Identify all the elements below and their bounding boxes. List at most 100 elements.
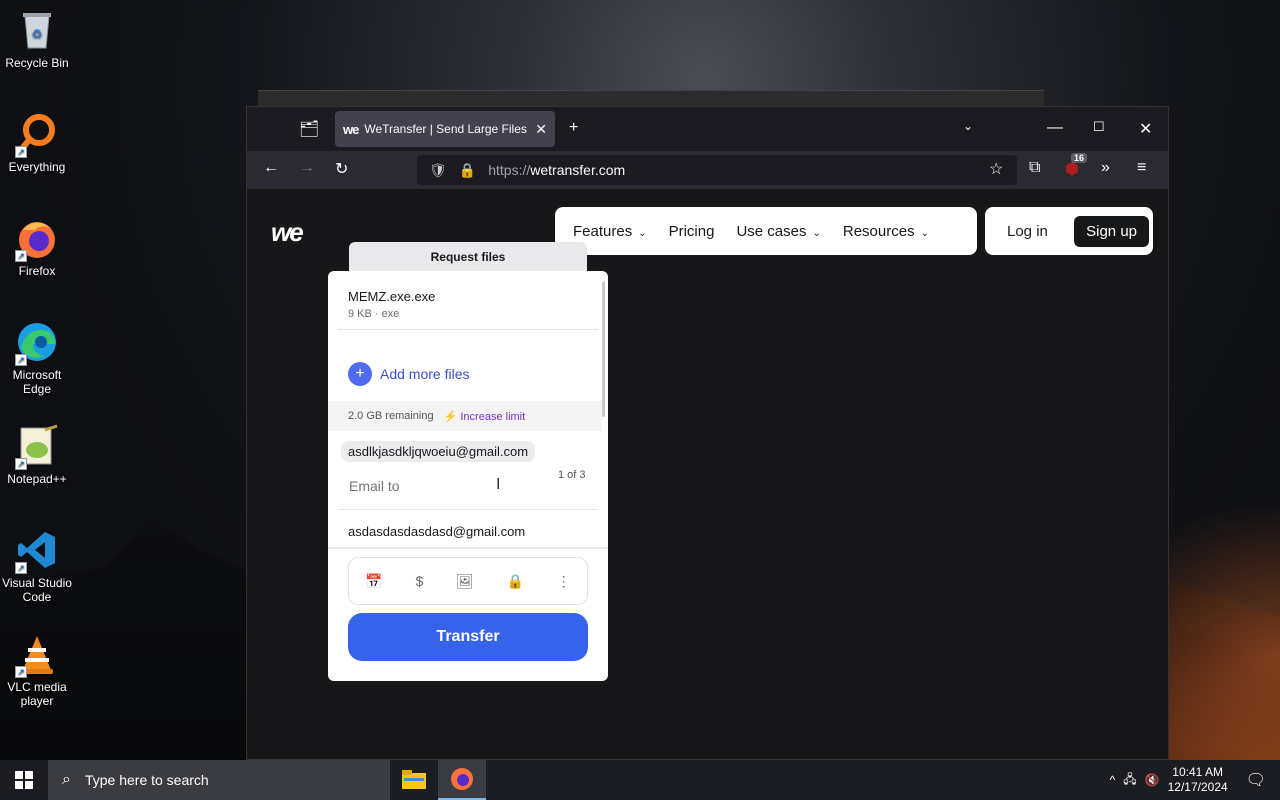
- forward-arrow-icon[interactable]: →: [299, 159, 315, 177]
- maximize-icon[interactable]: ☐: [1093, 119, 1105, 135]
- desktop-icon-firefox[interactable]: ↗ Firefox: [0, 210, 74, 278]
- login-link[interactable]: Log in: [1007, 223, 1048, 240]
- email-to-input[interactable]: [349, 478, 529, 494]
- remaining-text: 2.0 GB remaining: [348, 410, 434, 422]
- file-type: exe: [381, 308, 400, 320]
- vlc-icon: ↗: [15, 632, 59, 678]
- navigation-toolbar: ← → ↻ 🛡 🔒 https://wetransfer.com ☆ ⧉ ⬢ 1…: [247, 151, 1168, 189]
- lock-icon[interactable]: 🔒: [506, 573, 523, 590]
- recipient-email-chip[interactable]: asdlkjasdkljqwoeiu@gmail.com: [341, 441, 536, 462]
- divider: [338, 329, 598, 330]
- divider: [328, 547, 608, 549]
- file-name: MEMZ.exe.exe: [348, 289, 436, 304]
- url-protocol: https://: [488, 162, 531, 178]
- wetransfer-logo[interactable]: we: [271, 217, 304, 248]
- close-window-icon[interactable]: ✕: [1139, 119, 1152, 139]
- taskbar-search-box[interactable]: ⌕ Type here to search: [48, 760, 390, 800]
- webpage: we Features ⌄ Pricing Use cases ⌄ Resource…: [247, 189, 1168, 759]
- volume-muted-icon[interactable]: 🔇: [1145, 773, 1160, 787]
- vscode-icon: ↗: [15, 528, 59, 574]
- desktop-icon-label: Visual Studio Code: [2, 576, 72, 604]
- list-tabs-chevron-icon[interactable]: ⌄: [963, 119, 973, 133]
- windows-taskbar: ⌕ Type here to search ^ 🖧 🔇 10:41 AM 12/…: [0, 760, 1280, 800]
- firefox-icon: ↗: [15, 216, 59, 262]
- edge-icon: ↗: [15, 320, 59, 366]
- minimize-icon[interactable]: —: [1047, 119, 1063, 137]
- wetransfer-favicon: we: [343, 121, 359, 137]
- everything-search-icon: ↗: [15, 112, 59, 158]
- file-explorer-taskbar-icon[interactable]: [390, 760, 438, 800]
- menu-hamburger-icon[interactable]: ≡: [1137, 159, 1146, 177]
- svg-text:♻: ♻: [32, 27, 43, 41]
- plus-icon: +: [348, 362, 372, 386]
- nav-pricing[interactable]: Pricing: [669, 223, 715, 240]
- close-tab-icon[interactable]: ✕: [535, 121, 547, 138]
- back-arrow-icon[interactable]: ←: [263, 159, 279, 177]
- desktop-icon-everything[interactable]: ↗ Everything: [0, 106, 74, 174]
- desktop-icon-label: VLC media player: [7, 680, 67, 708]
- reload-icon[interactable]: ↻: [335, 159, 348, 179]
- your-email-field[interactable]: asdasdasdasdasd@gmail.com: [348, 524, 525, 539]
- ublock-extension-icon[interactable]: ⬢ 16: [1065, 153, 1088, 179]
- more-tools-icon[interactable]: »: [1101, 159, 1110, 177]
- transfer-panel: MEMZ.exe.exe 9 KB · exe + Add more files…: [328, 271, 608, 681]
- increase-limit-link[interactable]: ⚡ Increase limit: [444, 410, 526, 423]
- system-tray: ^ 🖧 🔇 10:41 AM 12/17/2024 🗨: [1110, 765, 1280, 795]
- dollar-icon[interactable]: $: [415, 573, 423, 589]
- clock[interactable]: 10:41 AM 12/17/2024: [1168, 765, 1228, 795]
- desktop-icon-edge[interactable]: ↗ Microsoft Edge: [0, 314, 74, 396]
- url-host: wetransfer.com: [530, 162, 626, 178]
- request-files-tab[interactable]: Request files: [349, 242, 587, 272]
- notifications-icon[interactable]: 🗨: [1246, 770, 1266, 790]
- add-more-files-button[interactable]: + Add more files: [348, 362, 469, 386]
- shortcut-arrow-icon: ↗: [15, 458, 27, 470]
- panel-scrollbar[interactable]: [602, 281, 605, 417]
- site-navigation: Features ⌄ Pricing Use cases ⌄ Resources ⌄: [555, 207, 977, 255]
- firefox-taskbar-icon[interactable]: [438, 760, 486, 800]
- nav-use-cases[interactable]: Use cases ⌄: [736, 223, 820, 240]
- desktop-icon-vlc[interactable]: ↗ VLC media player: [0, 626, 74, 708]
- calendar-icon[interactable]: 📅: [365, 573, 382, 590]
- desktop-icon-label: Notepad++: [7, 472, 67, 486]
- recycle-bin-icon: ♻: [15, 8, 59, 52]
- lock-icon[interactable]: 🔒: [459, 162, 476, 179]
- clock-time: 10:41 AM: [1172, 765, 1223, 779]
- url-bar[interactable]: 🛡 🔒 https://wetransfer.com: [417, 155, 1017, 185]
- search-placeholder: Type here to search: [84, 772, 209, 788]
- extension-badge: 16: [1071, 153, 1088, 163]
- more-options-icon[interactable]: ⋮: [557, 573, 571, 590]
- tab-bar: 🗂 we WeTransfer | Send Large Files Fa ✕ …: [247, 107, 1168, 151]
- desktop-icon-label: Recycle Bin: [5, 56, 69, 70]
- image-icon[interactable]: 🖼: [456, 573, 474, 590]
- desktop-icon-notepadpp[interactable]: ↗ Notepad++: [0, 418, 74, 486]
- shortcut-arrow-icon: ↗: [15, 666, 27, 678]
- extensions-icon[interactable]: ⧉: [1029, 159, 1040, 177]
- desktop-icon-vscode[interactable]: ↗ Visual Studio Code: [0, 522, 74, 604]
- transfer-button[interactable]: Transfer: [348, 613, 588, 661]
- file-item: MEMZ.exe.exe 9 KB · exe: [348, 289, 598, 320]
- storage-remaining-bar: 2.0 GB remaining ⚡ Increase limit: [328, 401, 602, 431]
- nav-features[interactable]: Features ⌄: [573, 223, 647, 240]
- network-icon[interactable]: 🖧: [1123, 770, 1136, 791]
- signup-button[interactable]: Sign up: [1074, 215, 1149, 247]
- notepadpp-icon: ↗: [15, 424, 59, 470]
- desktop-icon-recycle-bin[interactable]: ♻ Recycle Bin: [0, 2, 74, 70]
- shortcut-arrow-icon: ↗: [15, 146, 27, 158]
- divider: [338, 509, 598, 510]
- new-tab-icon[interactable]: +: [569, 119, 578, 137]
- shortcut-arrow-icon: ↗: [15, 354, 27, 366]
- tab-overview-icon[interactable]: 🗂: [299, 119, 319, 139]
- nav-resources[interactable]: Resources ⌄: [843, 223, 929, 240]
- show-hidden-icons-chevron-icon[interactable]: ^: [1110, 773, 1116, 787]
- shortcut-arrow-icon: ↗: [15, 562, 27, 574]
- add-more-label: Add more files: [380, 366, 470, 382]
- bookmark-star-icon[interactable]: ☆: [989, 159, 1003, 179]
- file-size: 9 KB: [348, 308, 372, 320]
- tracking-shield-icon[interactable]: 🛡: [429, 162, 447, 179]
- text-cursor-icon: I: [496, 476, 501, 493]
- browser-tab-wetransfer[interactable]: we WeTransfer | Send Large Files Fa ✕: [335, 111, 555, 147]
- chevron-down-icon: ⌄: [920, 227, 929, 239]
- start-windows-icon[interactable]: [0, 760, 48, 800]
- chevron-down-icon: ⌄: [812, 227, 821, 239]
- tab-title: WeTransfer | Send Large Files Fa: [364, 122, 532, 136]
